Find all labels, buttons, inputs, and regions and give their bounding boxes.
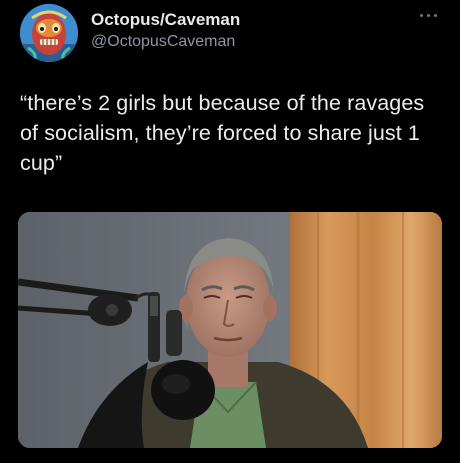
tweet-text: “there’s 2 girls but because of the rava… bbox=[20, 91, 425, 175]
more-options-icon[interactable] bbox=[420, 10, 438, 20]
author-handle[interactable]: @OctopusCaveman bbox=[91, 33, 235, 51]
painted-face-avatar-icon bbox=[20, 4, 78, 62]
author-avatar[interactable] bbox=[20, 4, 78, 62]
man-at-microphone-image bbox=[18, 212, 442, 448]
author-display-name[interactable]: Octopus/Caveman bbox=[91, 10, 240, 30]
tweet-card: Octopus/Caveman @OctopusCaveman “there’s… bbox=[0, 0, 460, 463]
tweet-media-image[interactable] bbox=[18, 212, 442, 448]
